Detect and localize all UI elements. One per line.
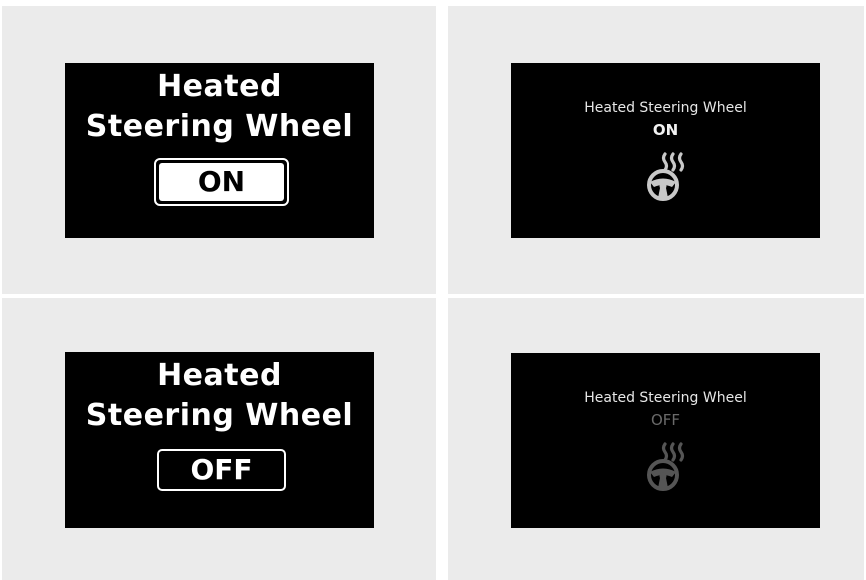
heated-steering-wheel-icon xyxy=(647,152,685,201)
panel-small-on: Heated Steering Wheel ON xyxy=(448,6,864,294)
state-badge-on: ON xyxy=(154,158,289,206)
heated-steering-wheel-icon xyxy=(647,442,685,491)
state-label: ON xyxy=(652,121,679,139)
panel-large-off: Heated Steering Wheel OFF xyxy=(2,298,436,580)
title-line-2: Steering Wheel xyxy=(85,398,354,433)
cluster-display: Heated Steering Wheel ON xyxy=(65,63,374,238)
title-line-1: Heated xyxy=(157,69,282,104)
cluster-display: Heated Steering Wheel OFF xyxy=(511,353,820,528)
title-line-1: Heated xyxy=(157,358,282,393)
cluster-display: Heated Steering Wheel ON xyxy=(511,63,820,238)
state-label: OFF xyxy=(650,411,681,429)
state-label: ON xyxy=(159,163,284,201)
panel-large-on: Heated Steering Wheel ON xyxy=(2,6,436,294)
display-examples-grid: Heated Steering Wheel ON Heated Steering… xyxy=(0,0,866,580)
title-line-2: Steering Wheel xyxy=(85,109,354,144)
cluster-display: Heated Steering Wheel OFF xyxy=(65,352,374,528)
state-badge-off: OFF xyxy=(157,449,286,491)
title: Heated Steering Wheel xyxy=(584,100,747,116)
title: Heated Steering Wheel xyxy=(584,390,747,406)
panel-small-off: Heated Steering Wheel OFF xyxy=(448,298,864,580)
